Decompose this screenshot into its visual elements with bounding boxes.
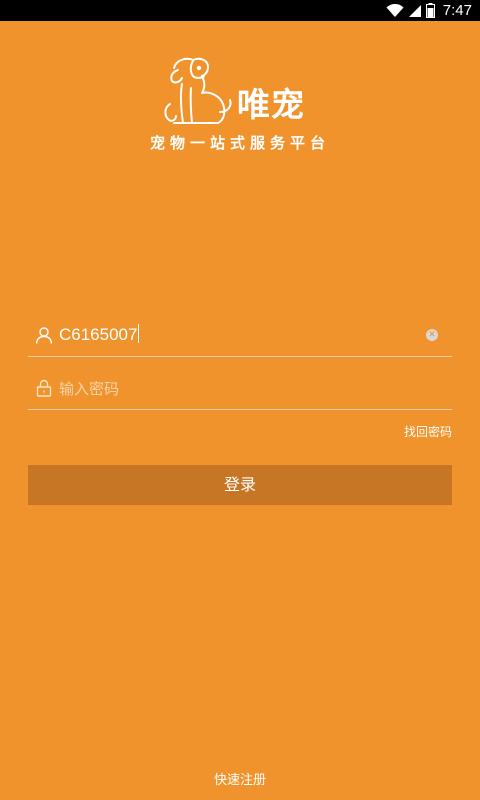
battery-icon <box>425 3 435 18</box>
app-slogan: 宠物一站式服务平台 <box>149 134 330 152</box>
username-input[interactable]: C6165007 <box>59 324 140 346</box>
app-name: 唯宠 <box>237 85 305 124</box>
forgot-password-link[interactable]: 找回密码 <box>404 423 452 440</box>
user-icon <box>35 326 53 344</box>
lock-icon <box>35 379 53 397</box>
status-icons: 7:47 <box>386 0 472 21</box>
login-button[interactable]: 登录 <box>28 465 452 505</box>
logo: 唯宠 宠物一站式服务平台 <box>0 52 480 152</box>
text-cursor <box>138 324 140 343</box>
signal-icon <box>408 4 422 18</box>
status-time: 7:47 <box>442 2 472 19</box>
clear-icon[interactable]: ✕ <box>426 329 438 341</box>
password-field[interactable]: 输入密码 <box>28 369 452 410</box>
dog-logo-icon <box>160 54 238 130</box>
username-value: C6165007 <box>59 325 138 344</box>
quick-register-link[interactable]: 快速注册 <box>0 769 480 788</box>
password-input[interactable]: 输入密码 <box>59 378 119 400</box>
status-bar: 7:47 <box>0 0 480 21</box>
wifi-icon <box>386 3 404 18</box>
username-field[interactable]: C6165007 ✕ <box>28 316 452 357</box>
